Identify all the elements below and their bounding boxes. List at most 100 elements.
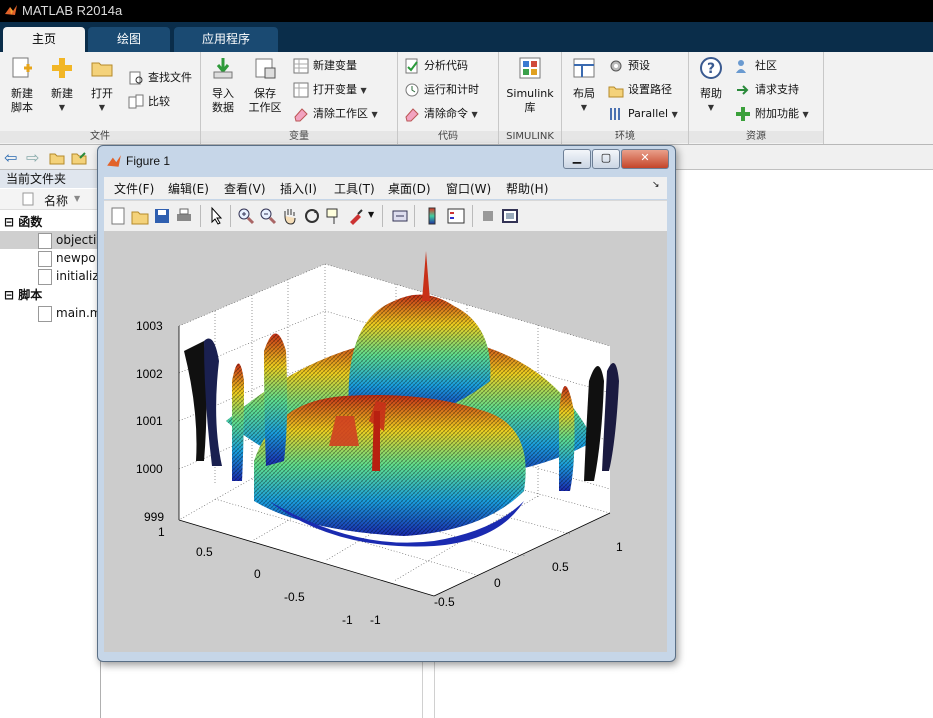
z-tick-label: 1003: [136, 319, 163, 333]
figure-menubar: 文件(F) 编辑(E) 查看(V) 插入(I) 工具(T) 桌面(D) 窗口(W…: [104, 177, 667, 199]
variable-group: 导入 数据 保存 工作区 新建变量 打开变量 ▼ 清除工作区 ▼ 变量: [201, 52, 398, 144]
open-variable-icon: [293, 82, 309, 98]
open-button[interactable]: 打开 ▼: [80, 56, 124, 115]
find-files-button[interactable]: 查找文件: [128, 68, 192, 88]
list-item[interactable]: newpo: [0, 249, 100, 267]
save-workspace-icon: [255, 58, 276, 79]
list-item[interactable]: main.m: [0, 304, 102, 322]
new-variable-label: 新建变量: [313, 59, 357, 72]
zoom-in-icon[interactable]: [236, 206, 256, 226]
help-button[interactable]: ? 帮助 ▼: [689, 56, 733, 115]
zoom-out-icon[interactable]: [258, 206, 278, 226]
file-type-icon: [22, 192, 34, 206]
show-plot-tools-icon[interactable]: [500, 206, 520, 226]
analyze-code-button[interactable]: 分析代码: [404, 56, 468, 76]
current-folder-panel: 当前文件夹 名称 ▼ ⊟ 函数 objectiv newpo initializ…: [0, 170, 103, 718]
menu-insert[interactable]: 插入(I): [280, 180, 317, 197]
z-axis-ticks: 1003 1002 1001 1000 999: [136, 319, 164, 524]
function-file-icon: [38, 251, 52, 267]
back-arrow-icon[interactable]: ⇦: [4, 148, 17, 167]
preferences-button[interactable]: 预设: [608, 56, 650, 76]
legend-icon[interactable]: [446, 206, 466, 226]
new-script-button[interactable]: 新建 脚本: [0, 56, 44, 115]
save-icon[interactable]: [152, 206, 172, 226]
new-figure-icon[interactable]: [108, 206, 128, 226]
data-cursor-icon[interactable]: [324, 206, 344, 226]
close-button[interactable]: ✕: [621, 149, 669, 169]
tab-apps[interactable]: 应用程序: [174, 27, 278, 52]
menu-desktop[interactable]: 桌面(D): [388, 180, 431, 197]
simulink-label: Simulink 库: [506, 87, 554, 114]
open-variable-button[interactable]: 打开变量 ▼: [293, 80, 367, 100]
menu-help[interactable]: 帮助(H): [506, 180, 548, 197]
figure-window: Figure 1 ▁ ▢ ✕ 文件(F) 编辑(E) 查看(V) 插入(I) 工…: [97, 145, 676, 662]
figure-title: Figure 1: [126, 154, 171, 168]
minimize-button[interactable]: ▁: [563, 149, 591, 169]
list-item[interactable]: initializ: [0, 267, 100, 285]
pan-hand-icon[interactable]: [280, 206, 300, 226]
menu-view[interactable]: 查看(V): [224, 180, 266, 197]
analyze-code-label: 分析代码: [424, 59, 468, 72]
rotate-3d-icon[interactable]: [302, 206, 322, 226]
new-script-icon: [12, 57, 32, 78]
menu-window[interactable]: 窗口(W): [446, 180, 491, 197]
y-tick-label: 0: [254, 567, 261, 581]
request-support-label: 请求支持: [755, 83, 799, 96]
run-time-button[interactable]: 运行和计时: [404, 80, 479, 100]
z-tick-label: 1001: [136, 414, 163, 428]
tab-home[interactable]: 主页: [3, 27, 85, 52]
dock-arrow-icon[interactable]: ↘: [652, 180, 660, 190]
figure-titlebar[interactable]: Figure 1 ▁ ▢ ✕: [98, 146, 675, 176]
print-icon[interactable]: [174, 206, 194, 226]
menu-tools[interactable]: 工具(T): [334, 180, 375, 197]
menu-edit[interactable]: 编辑(E): [168, 180, 209, 197]
addons-button[interactable]: 附加功能 ▼: [735, 104, 809, 124]
set-path-label: 设置路径: [628, 83, 672, 96]
x-tick-label: -1: [370, 613, 381, 627]
toolbar-separator: [230, 205, 231, 227]
new-variable-button[interactable]: 新建变量: [293, 56, 357, 76]
parallel-button[interactable]: Parallel ▼: [608, 104, 678, 124]
pointer-icon[interactable]: [206, 206, 226, 226]
community-button[interactable]: 社区: [735, 56, 777, 76]
section-label: 函数: [18, 215, 43, 229]
new-button[interactable]: 新建 ▼: [40, 56, 84, 115]
save-workspace-button[interactable]: 保存 工作区: [243, 56, 287, 115]
hide-plot-tools-icon[interactable]: [478, 206, 498, 226]
link-plot-icon[interactable]: [390, 206, 410, 226]
menu-file[interactable]: 文件(F): [114, 180, 154, 197]
list-item[interactable]: objectiv: [0, 231, 103, 249]
new-variable-icon: [293, 58, 309, 74]
up-folder-icon[interactable]: [49, 149, 65, 165]
import-data-button[interactable]: 导入 数据: [201, 56, 245, 115]
browse-folder-icon[interactable]: [71, 149, 87, 165]
column-header[interactable]: 名称 ▼: [0, 189, 100, 210]
chevron-down-icon: ▼: [707, 103, 715, 112]
request-support-button[interactable]: 请求支持: [735, 80, 799, 100]
open-file-icon[interactable]: [130, 206, 150, 226]
parallel-label: Parallel: [628, 107, 669, 120]
svg-text:?: ?: [707, 61, 715, 77]
chevron-down-icon: ▼: [580, 103, 588, 112]
addons-icon: [736, 107, 750, 121]
import-icon: [213, 58, 233, 79]
forward-arrow-icon[interactable]: ⇨: [26, 148, 39, 167]
set-path-button[interactable]: 设置路径: [608, 80, 672, 100]
tab-plots[interactable]: 绘图: [88, 27, 170, 52]
tree-section-functions[interactable]: ⊟ 函数: [4, 213, 42, 231]
brush-icon[interactable]: [346, 206, 366, 226]
layout-button[interactable]: 布局 ▼: [562, 56, 606, 115]
compare-button[interactable]: 比较: [128, 92, 170, 112]
colorbar-icon[interactable]: [422, 206, 442, 226]
simulink-library-button[interactable]: Simulink 库: [503, 56, 557, 115]
clear-workspace-button[interactable]: 清除工作区 ▼: [293, 104, 378, 124]
addons-label: 附加功能: [755, 107, 799, 120]
matlab-logo-icon: [107, 155, 121, 167]
clear-commands-button[interactable]: 清除命令 ▼: [404, 104, 478, 124]
layout-icon: [573, 58, 595, 78]
maximize-button[interactable]: ▢: [592, 149, 620, 169]
chevron-down-icon[interactable]: ▼: [368, 210, 374, 219]
x-tick-label: 0: [494, 576, 501, 590]
tree-section-scripts[interactable]: ⊟ 脚本: [4, 286, 42, 304]
open-variable-label: 打开变量: [313, 83, 357, 96]
